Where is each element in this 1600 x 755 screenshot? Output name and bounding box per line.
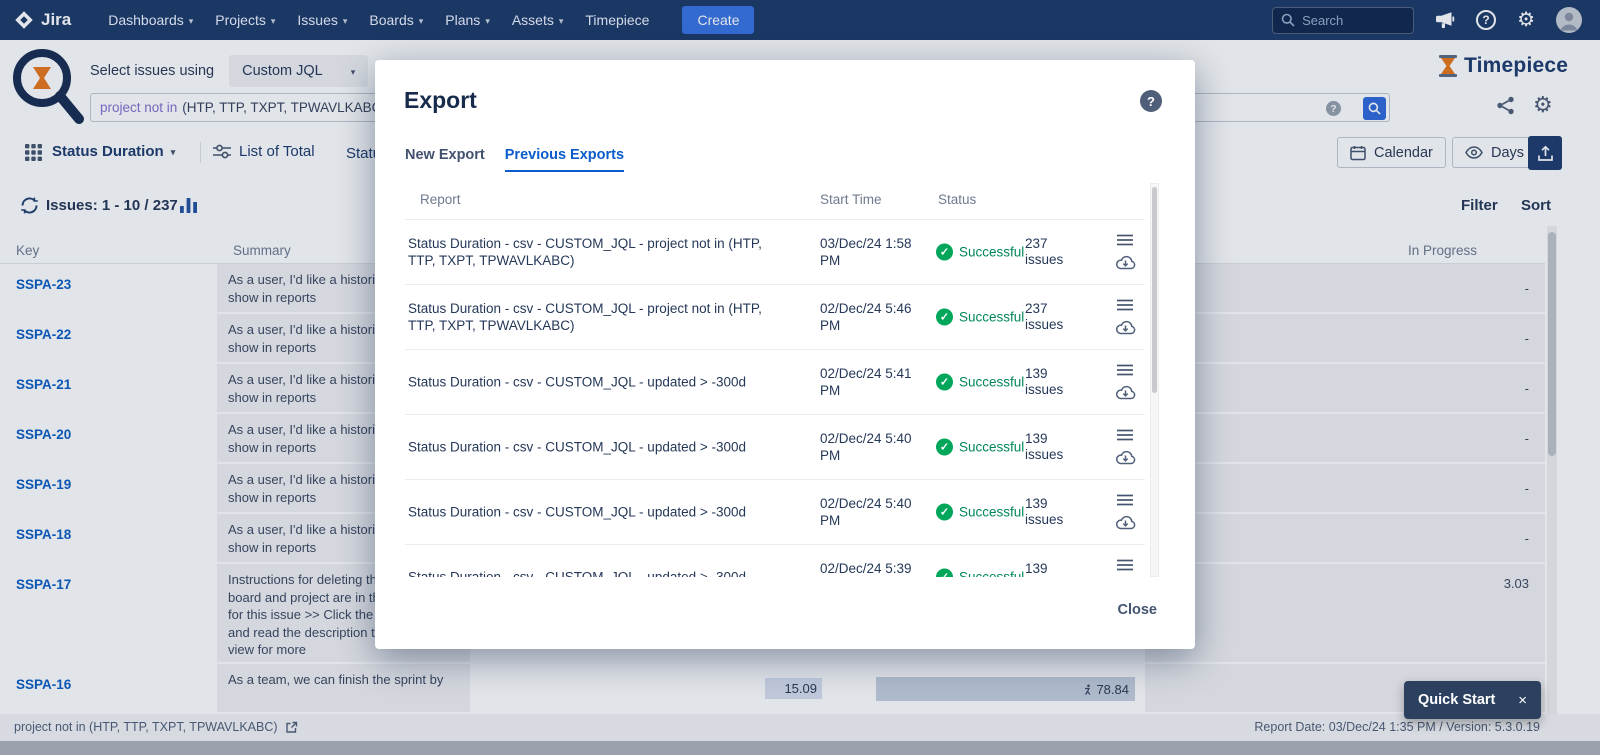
column-header-status: Status (938, 192, 976, 207)
row-menu-icon[interactable] (1117, 429, 1133, 441)
quick-start-button[interactable]: Quick Start × (1404, 681, 1541, 719)
column-header-report: Report (420, 192, 461, 207)
check-glyph: ✓ (940, 441, 949, 454)
export-start-time: 03/Dec/24 1:58 PM (820, 235, 920, 269)
export-issue-count: 139 issues (1025, 431, 1073, 463)
dialog-title: Export (404, 87, 477, 114)
row-menu-icon[interactable] (1117, 364, 1133, 376)
export-status: ✓ Successful (936, 569, 1024, 578)
export-status: ✓ Successful (936, 374, 1024, 391)
export-issue-count: 139 issues (1025, 496, 1073, 528)
tab-previous-exports[interactable]: Previous Exports (505, 147, 624, 172)
export-start-time: 02/Dec/24 5:46 PM (820, 300, 920, 334)
success-check-icon: ✓ (936, 244, 953, 261)
check-glyph: ✓ (940, 246, 949, 259)
export-report-name: Status Duration - csv - CUSTOM_JQL - upd… (408, 569, 790, 578)
export-report-name: Status Duration - csv - CUSTOM_JQL - upd… (408, 439, 790, 456)
export-status: ✓ Successful (936, 309, 1024, 326)
dialog-scrollbar-thumb[interactable] (1152, 187, 1157, 393)
success-check-icon: ✓ (936, 504, 953, 521)
download-cloud-icon[interactable] (1115, 319, 1136, 335)
export-start-time: 02/Dec/24 5:41 PM (820, 365, 920, 399)
check-glyph: ✓ (940, 571, 949, 578)
export-start-time: 02/Dec/24 5:40 PM (820, 430, 920, 464)
row-menu-icon[interactable] (1117, 494, 1133, 506)
export-actions (1110, 234, 1140, 270)
export-row: Status Duration - csv - CUSTOM_JQL - pro… (405, 284, 1145, 349)
export-actions (1110, 429, 1140, 465)
exports-table: Report Start Time Status Status Duration… (405, 183, 1145, 577)
export-report-name: Status Duration - csv - CUSTOM_JQL - upd… (408, 504, 790, 521)
export-row: Status Duration - csv - CUSTOM_JQL - upd… (405, 479, 1145, 544)
close-button[interactable]: Close (1118, 602, 1158, 618)
export-issue-count: 139 issues (1025, 561, 1073, 577)
jira-app: Jira Dashboards▾ Projects▾ Issues▾ Board… (0, 0, 1600, 755)
export-status: ✓ Successful (936, 439, 1024, 456)
export-dialog: Export ? New Export Previous Exports Rep… (375, 60, 1195, 649)
download-cloud-icon[interactable] (1115, 514, 1136, 530)
question-mark-glyph: ? (1147, 94, 1155, 109)
export-actions (1110, 299, 1140, 335)
success-check-icon: ✓ (936, 439, 953, 456)
export-actions (1110, 364, 1140, 400)
quick-start-label: Quick Start (1418, 692, 1495, 708)
status-text: Successful (959, 440, 1024, 455)
export-row: Status Duration - csv - CUSTOM_JQL - upd… (405, 349, 1145, 414)
close-icon[interactable]: × (1518, 692, 1527, 709)
export-actions (1110, 494, 1140, 530)
row-menu-icon[interactable] (1117, 299, 1133, 311)
download-cloud-icon[interactable] (1115, 449, 1136, 465)
download-cloud-icon[interactable] (1115, 384, 1136, 400)
row-menu-icon[interactable] (1117, 234, 1133, 246)
export-report-name: Status Duration - csv - CUSTOM_JQL - pro… (408, 235, 790, 269)
export-row: Status Duration - csv - CUSTOM_JQL - upd… (405, 414, 1145, 479)
export-row: Status Duration - csv - CUSTOM_JQL - upd… (405, 544, 1145, 577)
dialog-help-icon[interactable]: ? (1140, 90, 1162, 112)
dialog-tabs: New Export Previous Exports (405, 147, 624, 172)
export-start-time: 02/Dec/24 5:40 PM (820, 495, 920, 529)
check-glyph: ✓ (940, 311, 949, 324)
export-status: ✓ Successful (936, 244, 1024, 261)
dialog-scrollbar[interactable] (1150, 183, 1159, 577)
export-issue-count: 237 issues (1025, 301, 1073, 333)
success-check-icon: ✓ (936, 309, 953, 326)
status-text: Successful (959, 310, 1024, 325)
export-report-name: Status Duration - csv - CUSTOM_JQL - pro… (408, 300, 790, 334)
tab-new-export[interactable]: New Export (405, 147, 485, 172)
status-text: Successful (959, 245, 1024, 260)
export-status: ✓ Successful (936, 504, 1024, 521)
exports-table-header: Report Start Time Status (405, 183, 1145, 219)
export-report-name: Status Duration - csv - CUSTOM_JQL - upd… (408, 374, 790, 391)
status-text: Successful (959, 375, 1024, 390)
success-check-icon: ✓ (936, 569, 953, 578)
export-issue-count: 139 issues (1025, 366, 1073, 398)
check-glyph: ✓ (940, 376, 949, 389)
row-menu-icon[interactable] (1117, 559, 1133, 571)
export-actions (1110, 559, 1140, 577)
download-cloud-icon[interactable] (1115, 254, 1136, 270)
export-issue-count: 237 issues (1025, 236, 1073, 268)
export-row: Status Duration - csv - CUSTOM_JQL - pro… (405, 219, 1145, 284)
success-check-icon: ✓ (936, 374, 953, 391)
export-start-time: 02/Dec/24 5:39 PM (820, 560, 920, 577)
status-text: Successful (959, 505, 1024, 520)
check-glyph: ✓ (940, 506, 949, 519)
column-header-start-time: Start Time (820, 192, 882, 207)
status-text: Successful (959, 570, 1024, 578)
